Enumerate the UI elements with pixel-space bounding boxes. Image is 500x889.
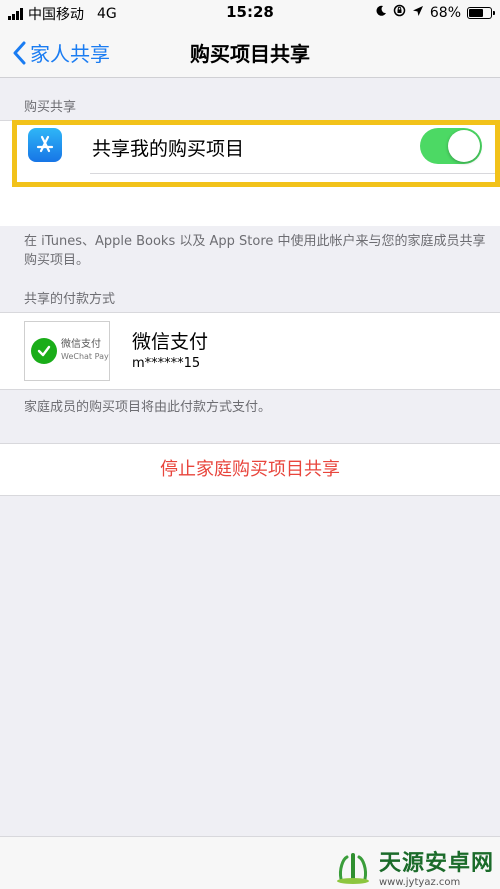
payment-account: m******15 [132, 356, 201, 371]
app-store-icon [28, 128, 62, 162]
status-right: 68% [375, 4, 495, 21]
watermark: 天源安卓网 www.jytyaz.com [333, 845, 494, 888]
stop-sharing-button[interactable]: 停止家庭购买项目共享 [0, 443, 500, 496]
status-bar: 中国移动 4G 15:28 68% [0, 0, 500, 26]
share-purchases-toggle[interactable] [420, 128, 482, 164]
back-button[interactable]: 家人共享 [12, 38, 110, 67]
moon-icon [375, 5, 387, 21]
logo-text-cn: 微信支付 [61, 339, 101, 350]
chevron-left-icon [13, 41, 26, 64]
purchase-footer-note: 在 iTunes、Apple Books 以及 App Store 中使用此帐户… [24, 234, 486, 268]
watermark-url: www.jytyaz.com [378, 877, 461, 888]
logo-text-en: WeChat Pay [61, 352, 109, 361]
battery-percent: 68% [429, 4, 461, 21]
wechat-pay-logo: 微信支付 WeChat Pay [24, 321, 110, 381]
location-icon [412, 5, 424, 21]
nav-bar: 家人共享 购买项目共享 [0, 26, 500, 78]
purchase-section-header: 购买共享 [24, 100, 77, 115]
checkmark-icon [31, 338, 57, 364]
payment-footer-note: 家庭成员的购买项目将由此付款方式支付。 [24, 400, 272, 415]
back-label: 家人共享 [30, 42, 110, 66]
watermark-title: 天源安卓网 [378, 851, 494, 876]
battery-icon [467, 6, 495, 19]
orientation-lock-icon [393, 4, 406, 21]
payment-method-name: 微信支付 [132, 331, 209, 353]
share-purchases-label: 共享我的购买项目 [92, 138, 245, 160]
stop-sharing-label: 停止家庭购买项目共享 [160, 459, 340, 480]
toggle-knob [448, 130, 480, 162]
payment-section-header: 共享的付款方式 [24, 292, 116, 307]
android-logo-icon [336, 852, 369, 884]
